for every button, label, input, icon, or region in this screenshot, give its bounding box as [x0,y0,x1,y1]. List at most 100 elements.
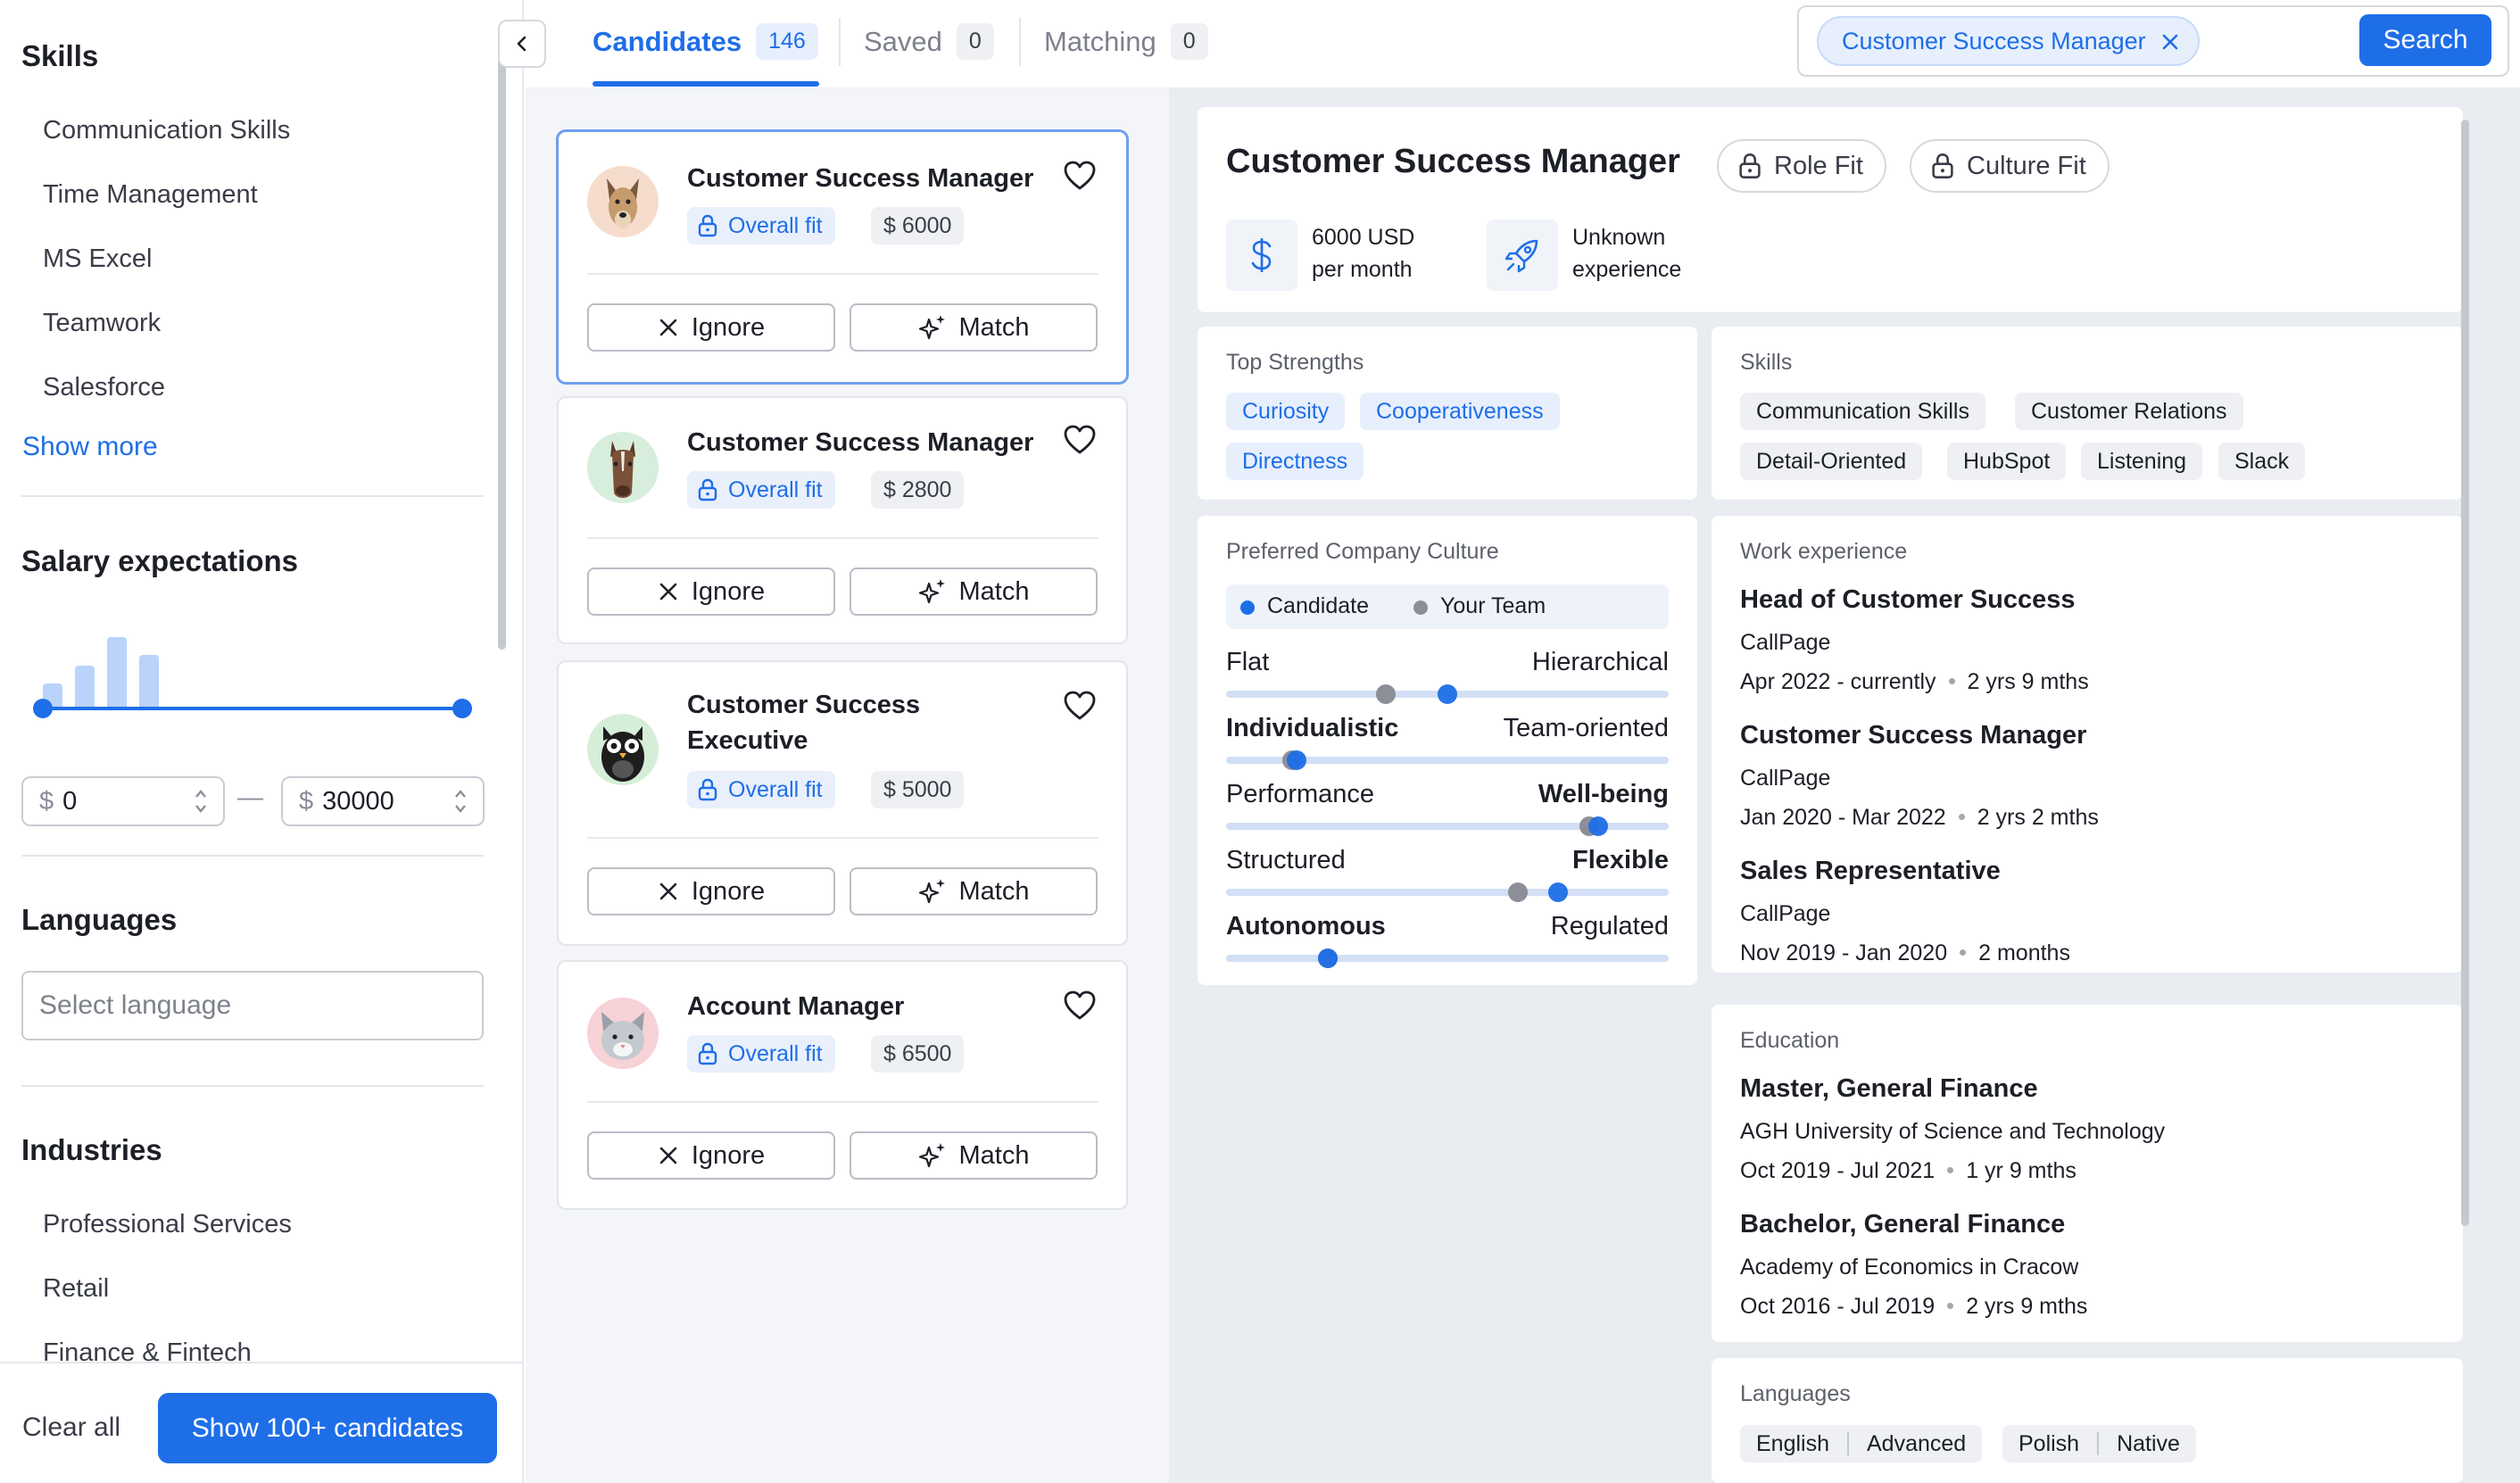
ignore-button[interactable]: Ignore [587,867,835,915]
search-button[interactable]: Search [2359,14,2491,66]
ignore-button[interactable]: Ignore [587,1131,835,1180]
education-date-range: Oct 2019 - Jul 2021 [1740,1158,1936,1183]
salary-histogram-bar [139,655,159,708]
rocket-icon [1487,220,1558,291]
match-label: Match [958,876,1030,906]
salary-amount: 6000 USD [1312,225,1415,250]
lock-icon [698,778,717,801]
salary-histogram-bar [107,637,127,708]
heart-icon[interactable] [1064,425,1096,455]
match-button[interactable]: Match [850,303,1098,352]
culture-fit-button[interactable]: Culture Fit [1910,139,2110,193]
ignore-label: Ignore [691,312,766,342]
ignore-button[interactable]: Ignore [587,568,835,616]
stepper-icon[interactable] [195,787,207,816]
job-date-range: Nov 2019 - Jan 2020 [1740,940,1948,965]
fit-label: Overall fit [728,776,823,802]
candidate-card[interactable]: Customer Success Manager Overall fit $ 6… [557,130,1128,384]
dollar-icon [1226,220,1297,291]
close-icon[interactable] [2159,30,2182,54]
team-marker [1375,684,1396,704]
heart-icon[interactable] [1064,161,1096,191]
tab-label: Candidates [593,25,742,57]
job-date-range: Jan 2020 - Mar 2022 [1740,805,1946,830]
job-dates: Nov 2019 - Jan 2020 2 months [1740,940,2070,966]
candidate-card[interactable]: Account Manager Overall fit $ 6500 Ignor… [557,960,1128,1210]
clear-all-button[interactable]: Clear all [22,1413,120,1443]
degree-title: Bachelor, General Finance [1740,1210,2066,1239]
candidate-title: Customer Success Manager [687,428,1034,457]
divider [21,1085,484,1087]
skill-tag: Listening [2081,443,2203,480]
language-select[interactable]: Select language [21,971,484,1040]
skill-filter-item[interactable]: Salesforce [43,373,165,402]
owl-avatar-icon [587,714,659,785]
lock-icon [1931,153,1954,179]
divider [587,837,1098,839]
candidate-card[interactable]: Customer Success Executive Overall fit $… [557,660,1128,946]
salary-max-handle[interactable] [452,699,472,718]
fit-label: Overall fit [728,1040,823,1066]
tab-candidates[interactable]: Candidates 146 [593,23,818,60]
role-fit-button[interactable]: Role Fit [1717,139,1886,193]
ignore-button[interactable]: Ignore [587,303,835,352]
job-duration: 2 yrs 9 mths [1967,669,2089,694]
active-tab-indicator [593,81,819,87]
match-button[interactable]: Match [850,1131,1098,1180]
job-company: CallPage [1740,630,1831,655]
culture-scale-right-label: Regulated [1550,912,1669,940]
candidate-card[interactable]: Customer Success Manager Overall fit $ 2… [557,396,1128,644]
education-heading: Education [1740,1028,1840,1053]
skill-filter-item[interactable]: Communication Skills [43,116,290,145]
dog-avatar-icon [587,166,659,237]
industry-filter-item[interactable]: Professional Services [43,1210,292,1239]
top-strengths-heading: Top Strengths [1226,350,1364,375]
salary-max-value: 30000 [322,786,394,816]
salary-min-handle[interactable] [33,699,53,718]
candidate-marker [1548,882,1568,902]
job-dates: Jan 2020 - Mar 2022 2 yrs 2 mths [1740,805,2099,831]
culture-fit-label: Culture Fit [1967,151,2086,180]
salary-max-input[interactable]: $ 30000 [281,776,485,826]
search-chip[interactable]: Customer Success Manager [1817,16,2200,66]
culture-heading: Preferred Company Culture [1226,539,1499,564]
detail-scrollbar[interactable] [2461,120,2469,1226]
skills-heading: Skills [21,39,99,72]
skill-filter-item[interactable]: Teamwork [43,309,161,338]
heart-icon[interactable] [1064,990,1096,1021]
heart-icon[interactable] [1064,691,1096,721]
culture-scale-left-label: Individualistic [1226,714,1399,742]
tab-count-badge: 0 [1170,23,1208,60]
culture-scale-track [1226,882,1669,902]
show-more-link[interactable]: Show more [22,432,158,462]
culture-scale-track [1226,949,1669,968]
skill-filter-item[interactable]: Time Management [43,180,258,210]
language-level: Native [2117,1430,2180,1456]
job-dates: Apr 2022 - currently 2 yrs 9 mths [1740,669,2089,695]
team-legend-label: Your Team [1440,593,1546,618]
team-legend-dot [1413,601,1428,615]
skill-filter-item[interactable]: MS Excel [43,244,152,274]
industry-filter-item[interactable]: Retail [43,1274,109,1304]
match-button[interactable]: Match [850,867,1098,915]
divider [1019,18,1021,66]
salary-min-value: 0 [62,786,78,816]
salary-badge: $ 5000 [871,771,965,808]
experience-info: Unknown experience [1572,221,1681,286]
stepper-icon[interactable] [454,787,467,816]
range-separator: — [237,783,263,812]
show-candidates-button[interactable]: Show 100+ candidates [158,1393,497,1463]
salary-min-input[interactable]: $ 0 [21,776,225,826]
education-dates: Oct 2016 - Jul 2019 2 yrs 9 mths [1740,1294,2087,1320]
language-name: Polish [2018,1430,2080,1456]
match-button[interactable]: Match [850,568,1098,616]
collapse-sidebar-button[interactable] [498,20,546,68]
culture-scale-track [1226,750,1669,770]
culture-scale-right-label: Well-being [1538,780,1669,808]
ignore-label: Ignore [691,1140,766,1170]
language-name: English [1756,1430,1829,1456]
sidebar-scrollbar[interactable] [498,48,506,650]
tab-matching[interactable]: Matching 0 [1044,23,1208,60]
degree-title: Master, General Finance [1740,1074,2038,1103]
tab-saved[interactable]: Saved 0 [864,23,994,60]
